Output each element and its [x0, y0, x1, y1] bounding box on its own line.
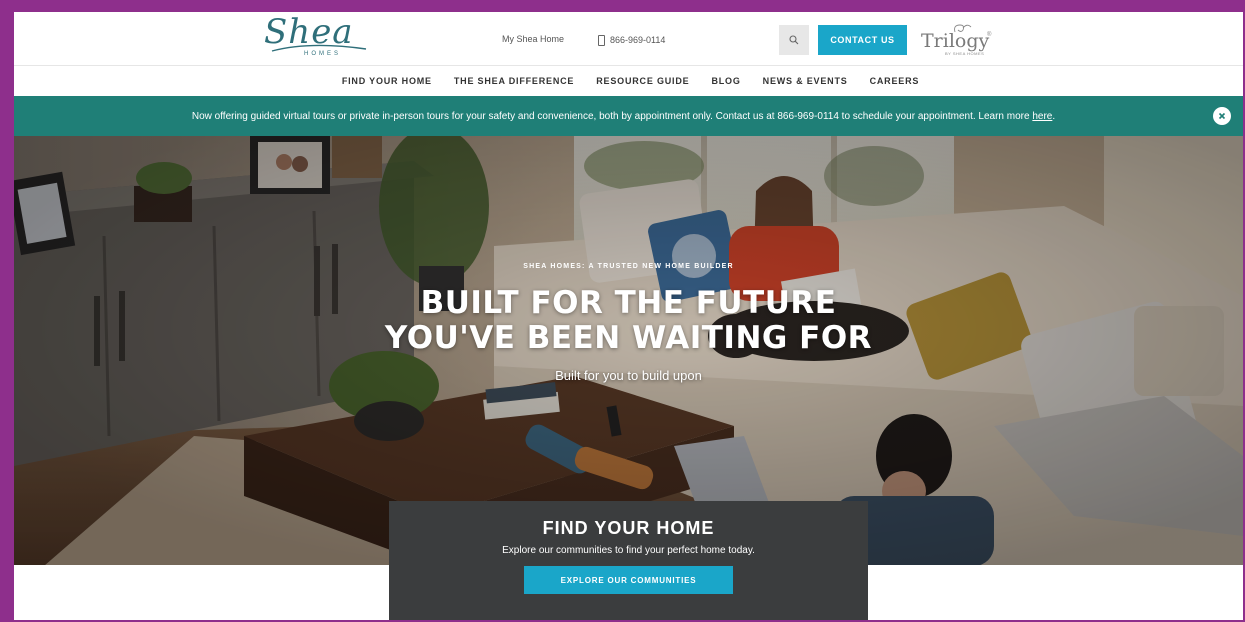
nav-careers[interactable]: CAREERS [870, 76, 920, 86]
my-shea-home-link[interactable]: My Shea Home [502, 34, 564, 44]
hero-headline-line-1: BUILT FOR THE FUTURE [420, 285, 837, 321]
banner-here-link[interactable]: here [1032, 111, 1052, 122]
shea-homes-logo[interactable]: Shea HOMES [264, 12, 369, 60]
nav-resource-guide[interactable]: RESOURCE GUIDE [596, 76, 689, 86]
search-button[interactable] [779, 25, 809, 55]
banner-period: . [1052, 110, 1056, 122]
close-icon [1218, 112, 1226, 120]
search-icon [789, 35, 799, 45]
notice-banner: Now offering guided virtual tours or pri… [14, 96, 1243, 136]
find-your-home-card: FIND YOUR HOME Explore our communities t… [389, 501, 868, 620]
trilogy-subtitle: BY SHEA HOMES [945, 51, 985, 56]
nav-the-shea-difference[interactable]: THE SHEA DIFFERENCE [454, 76, 574, 86]
nav-news-events[interactable]: NEWS & EVENTS [763, 76, 848, 86]
trilogy-wordmark: Trilogy [921, 30, 990, 52]
hero-eyebrow: SHEA HOMES: A TRUSTED NEW HOME BUILDER [523, 263, 734, 270]
main-nav: FIND YOUR HOME THE SHEA DIFFERENCE RESOU… [14, 65, 1243, 96]
nav-find-your-home[interactable]: FIND YOUR HOME [342, 76, 432, 86]
browser-page: Shea HOMES My Shea Home 866-969-0114 CON… [14, 12, 1243, 620]
logo-subtitle: HOMES [304, 51, 342, 57]
phone-icon [598, 34, 605, 46]
banner-message: Now offering guided virtual tours or pri… [192, 111, 1055, 122]
trilogy-registered-mark: ® [987, 32, 992, 38]
phone-link[interactable]: 866-969-0114 [598, 33, 665, 47]
banner-close-button[interactable] [1213, 107, 1231, 125]
trilogy-logo[interactable]: Trilogy ® BY SHEA HOMES [921, 24, 1001, 58]
explore-communities-button[interactable]: EXPLORE OUR COMMUNITIES [524, 566, 733, 594]
contact-us-button[interactable]: CONTACT US [818, 25, 907, 55]
hero-headline: BUILT FOR THE FUTURE YOU'VE BEEN WAITING… [14, 286, 1243, 356]
find-your-home-description: Explore our communities to find your per… [502, 545, 755, 556]
phone-number: 866-969-0114 [610, 35, 666, 45]
banner-message-text: Now offering guided virtual tours or pri… [191, 110, 1030, 122]
find-your-home-title: FIND YOUR HOME [542, 518, 715, 538]
nav-blog[interactable]: BLOG [711, 76, 740, 86]
site-header: Shea HOMES My Shea Home 866-969-0114 CON… [14, 12, 1243, 65]
hero-subhead: Built for you to build upon [555, 368, 702, 383]
hero-headline-line-2: YOU'VE BEEN WAITING FOR [384, 320, 873, 356]
